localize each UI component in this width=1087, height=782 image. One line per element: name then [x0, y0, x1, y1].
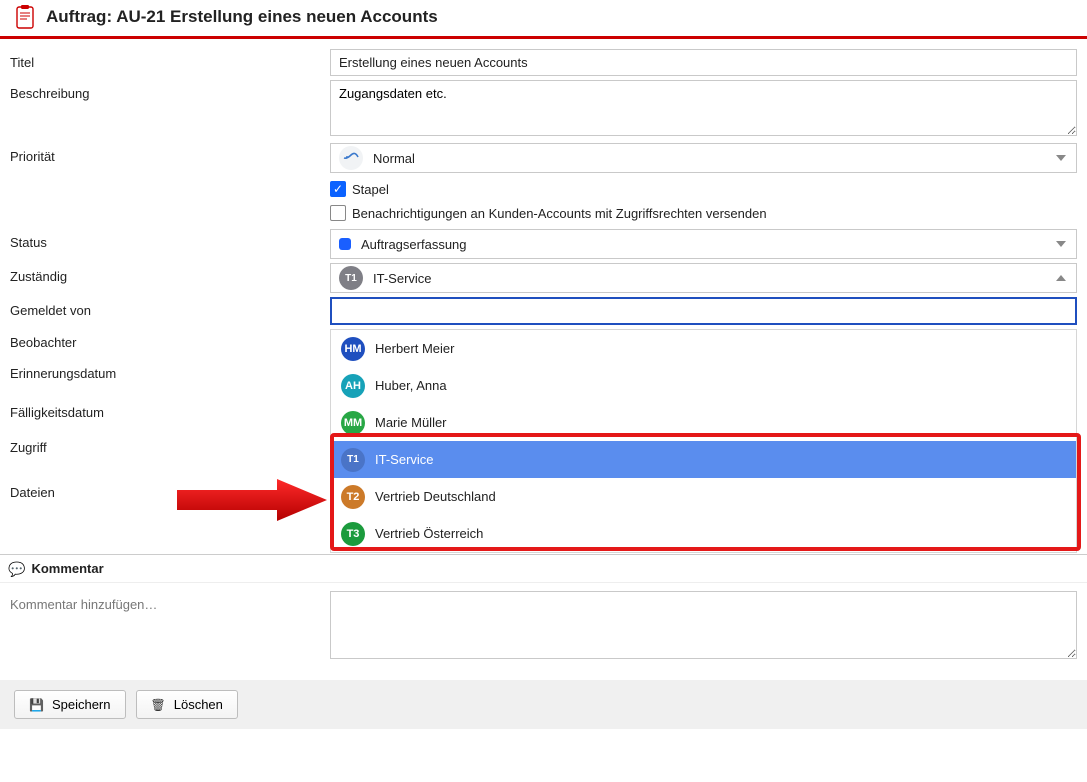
priority-normal-icon — [339, 146, 363, 170]
chevron-up-icon — [1056, 275, 1066, 281]
label-titel: Titel — [10, 49, 330, 70]
save-button[interactable]: 💾 Speichern — [14, 690, 126, 719]
notify-checkbox-icon — [330, 205, 346, 221]
comment-icon: 💬 — [8, 562, 25, 576]
avatar-badge: MM — [341, 411, 365, 435]
prioritaet-value: Normal — [373, 151, 415, 166]
avatar-badge: HM — [341, 337, 365, 361]
assignee-option-label: Marie Müller — [375, 415, 447, 430]
label-zustaendig: Zuständig — [10, 263, 330, 284]
kommentar-hint: Kommentar hinzufügen… — [10, 591, 330, 612]
label-dateien: Dateien — [10, 479, 330, 500]
assignee-option[interactable]: T3 Vertrieb Österreich — [331, 515, 1076, 552]
assignee-option-label: Vertrieb Deutschland — [375, 489, 496, 504]
label-prioritaet: Priorität — [10, 143, 330, 164]
label-faelligkeitsdatum: Fälligkeitsdatum — [10, 399, 330, 420]
assignee-option-label: IT-Service — [375, 452, 434, 467]
page-header: Auftrag: AU-21 Erstellung eines neuen Ac… — [0, 0, 1087, 39]
save-label: Speichern — [52, 697, 111, 712]
assignee-option[interactable]: AH Huber, Anna — [331, 367, 1076, 404]
chevron-down-icon — [1056, 241, 1066, 247]
prioritaet-select[interactable]: Normal — [330, 143, 1077, 173]
label-beobachter: Beobachter — [10, 329, 330, 350]
page-title: Auftrag: AU-21 Erstellung eines neuen Ac… — [46, 7, 438, 27]
save-icon: 💾 — [29, 698, 44, 712]
form-area: Titel Beschreibung Zugangsdaten etc. Pri… — [0, 39, 1087, 554]
avatar-badge: T1 — [339, 266, 363, 290]
avatar-badge: T3 — [341, 522, 365, 546]
stapel-checkbox-row[interactable]: ✓ Stapel — [330, 177, 1077, 201]
assignee-option[interactable]: T1 IT-Service — [331, 441, 1076, 478]
label-status: Status — [10, 229, 330, 250]
status-select[interactable]: Auftragserfassung — [330, 229, 1077, 259]
delete-button[interactable]: 🗑 Löschen — [136, 690, 238, 719]
notify-checkbox-row[interactable]: Benachrichtigungen an Kunden-Accounts mi… — [330, 201, 1077, 225]
clipboard-icon — [14, 4, 36, 30]
notify-label: Benachrichtigungen an Kunden-Accounts mi… — [352, 206, 767, 221]
trash-icon: 🗑 — [151, 698, 166, 712]
footer-toolbar: 💾 Speichern 🗑 Löschen — [0, 680, 1087, 729]
assignee-option[interactable]: MM Marie Müller — [331, 404, 1076, 441]
label-zugriff: Zugriff — [10, 434, 330, 455]
avatar-badge: T1 — [341, 448, 365, 472]
assignee-option[interactable]: HM Herbert Meier — [331, 330, 1076, 367]
avatar-badge: AH — [341, 374, 365, 398]
stapel-label: Stapel — [352, 182, 389, 197]
assignee-option-label: Herbert Meier — [375, 341, 454, 356]
stapel-checkbox-icon: ✓ — [330, 181, 346, 197]
assignee-dropdown-list[interactable]: HM Herbert Meier AH Huber, Anna MM Marie Müll… — [330, 329, 1077, 553]
assignee-search-input[interactable] — [330, 297, 1077, 325]
avatar-badge: T2 — [341, 485, 365, 509]
status-color-icon — [339, 238, 351, 250]
kommentar-textarea[interactable] — [330, 591, 1077, 659]
beschreibung-textarea[interactable]: Zugangsdaten etc. — [330, 80, 1077, 136]
assignee-option-label: Vertrieb Österreich — [375, 526, 483, 541]
status-value: Auftragserfassung — [361, 237, 467, 252]
delete-label: Löschen — [174, 697, 223, 712]
chevron-down-icon — [1056, 155, 1066, 161]
label-gemeldet-von: Gemeldet von — [10, 297, 330, 318]
zustaendig-select[interactable]: T1 IT-Service — [330, 263, 1077, 293]
label-erinnerungsdatum: Erinnerungsdatum — [10, 360, 330, 381]
assignee-option[interactable]: T2 Vertrieb Deutschland — [331, 478, 1076, 515]
titel-input[interactable] — [330, 49, 1077, 76]
zustaendig-value: IT-Service — [373, 271, 432, 286]
kommentar-section-header: 💬 Kommentar — [0, 554, 1087, 583]
label-beschreibung: Beschreibung — [10, 80, 330, 101]
assignee-option-label: Huber, Anna — [375, 378, 447, 393]
kommentar-title: Kommentar — [31, 561, 103, 576]
